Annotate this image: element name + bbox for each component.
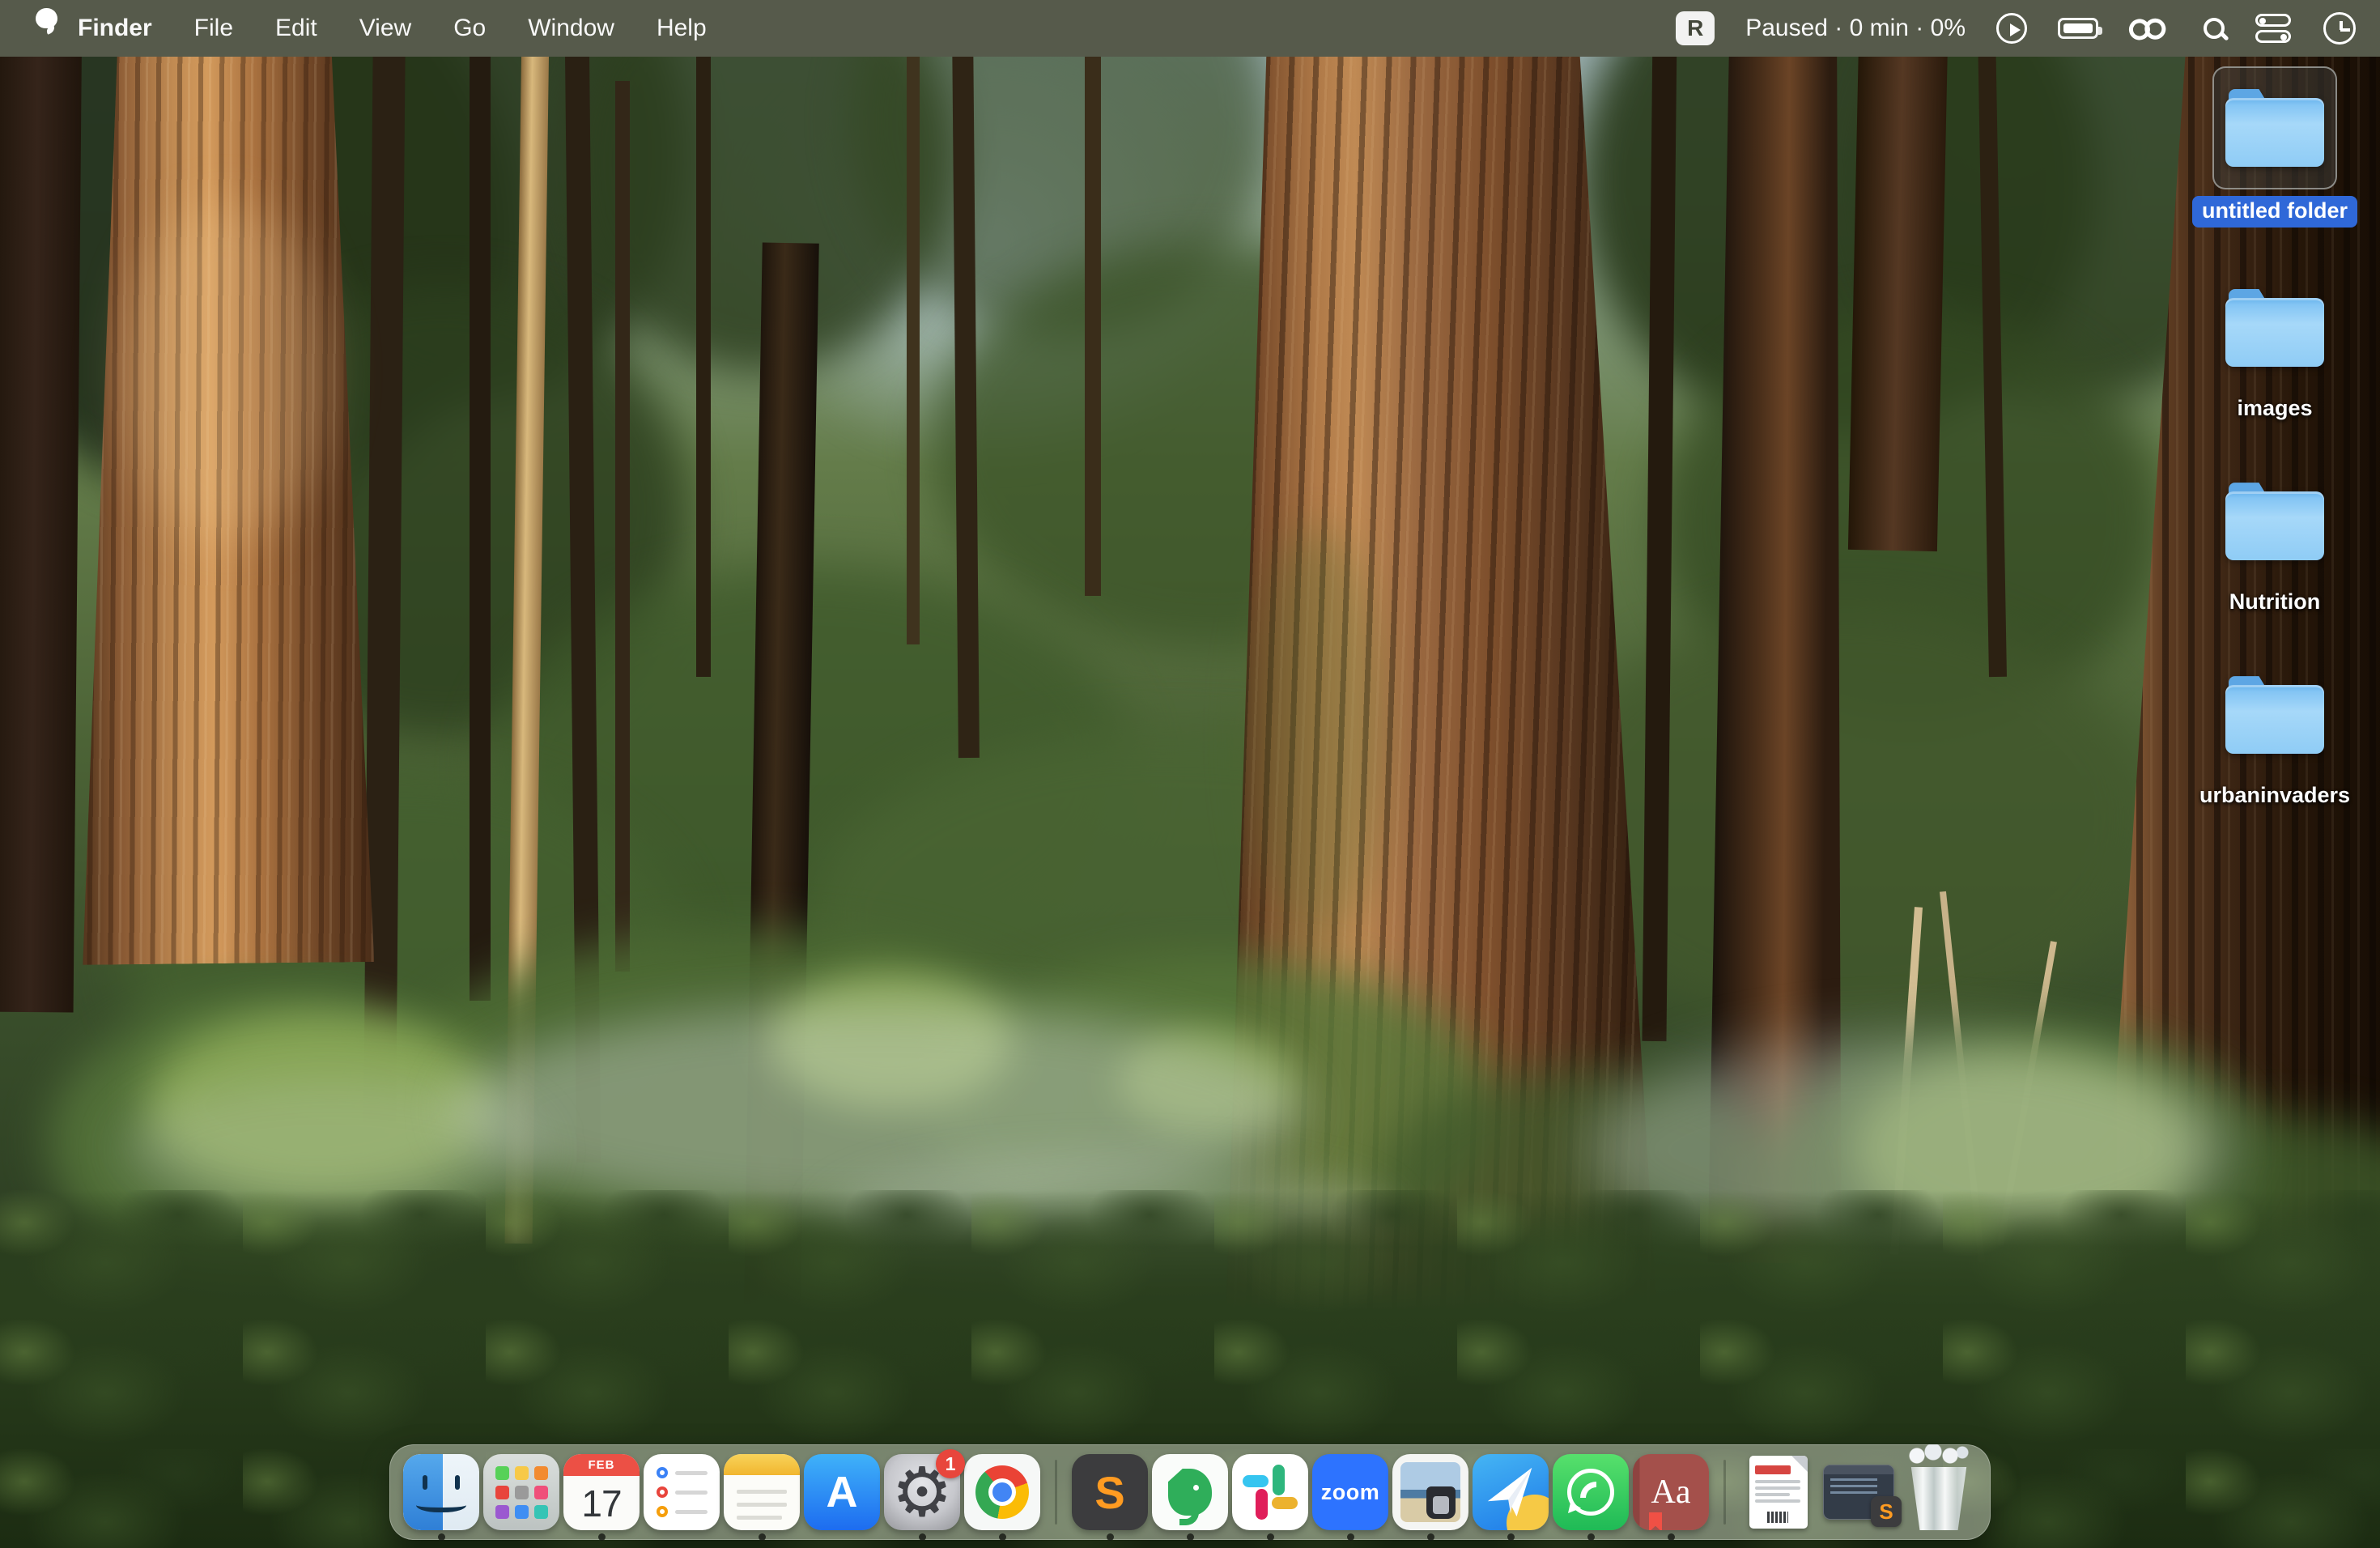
menu-edit[interactable]: Edit — [275, 15, 317, 42]
dock-item-photo-booth[interactable] — [1392, 1454, 1468, 1530]
calendar-month: FEB — [563, 1454, 640, 1476]
pdf-document-icon — [1749, 1456, 1808, 1529]
dock-item-spark-mail[interactable] — [1473, 1454, 1549, 1530]
menu-help[interactable]: Help — [657, 15, 707, 42]
dock: FEB 17 A ⚙ 1 — [389, 1444, 1991, 1540]
dock-item-app-store[interactable]: A — [804, 1454, 880, 1530]
menu-bar: Finder File Edit View Go Window Help R P… — [0, 0, 2380, 57]
sublime-badge-icon: S — [1871, 1496, 1902, 1527]
running-indicator — [919, 1533, 926, 1541]
photo-booth-icon — [1392, 1454, 1468, 1530]
running-indicator — [1668, 1533, 1675, 1541]
dock-item-zoom[interactable]: zoom — [1312, 1454, 1388, 1530]
whatsapp-icon — [1553, 1454, 1629, 1530]
app-store-icon: A — [804, 1454, 880, 1530]
recorder-chip[interactable]: R — [1676, 11, 1715, 45]
link-icon[interactable] — [2127, 11, 2175, 45]
running-indicator — [1587, 1533, 1595, 1541]
tree-trunk — [470, 29, 491, 1001]
menu-finder[interactable]: Finder — [78, 15, 152, 42]
dock-item-whatsapp[interactable] — [1553, 1454, 1629, 1530]
reminders-icon — [644, 1454, 720, 1530]
folder-icon — [2225, 483, 2324, 560]
folder-label: images — [2237, 396, 2312, 421]
tree-trunk — [907, 29, 920, 644]
desktop-folder-images[interactable]: images — [2205, 266, 2344, 421]
menu-file[interactable]: File — [194, 15, 233, 42]
sunlight-glow — [121, 202, 332, 542]
calendar-icon: FEB 17 — [563, 1454, 640, 1530]
dock-item-notes[interactable] — [724, 1454, 800, 1530]
control-center-icon[interactable] — [2255, 13, 2293, 44]
finder-icon — [403, 1454, 479, 1530]
play-icon[interactable] — [1996, 13, 2027, 44]
running-indicator — [1107, 1533, 1114, 1541]
wallpaper — [0, 0, 2380, 1548]
dock-item-finder[interactable] — [403, 1454, 479, 1530]
running-indicator — [1347, 1533, 1354, 1541]
zoom-icon: zoom — [1312, 1454, 1388, 1530]
evernote-icon — [1152, 1454, 1228, 1530]
folder-label: urbaninvaders — [2199, 783, 2350, 808]
recorder-status-text[interactable]: Paused · 0 min · 0% — [1745, 15, 1966, 42]
dock-divider — [1055, 1460, 1057, 1525]
running-indicator — [759, 1533, 766, 1541]
tree-trunk — [1085, 29, 1101, 596]
desktop-icons: untitled folder images Nutrition urbanin… — [2205, 66, 2344, 808]
slack-icon — [1232, 1454, 1308, 1530]
spark-mail-icon — [1473, 1454, 1549, 1530]
menu-view[interactable]: View — [359, 15, 411, 42]
folder-label: untitled folder — [2192, 196, 2357, 228]
menu-go[interactable]: Go — [453, 15, 486, 42]
tree-trunk — [0, 0, 82, 1012]
folder-label: Nutrition — [2229, 589, 2320, 615]
tree-trunk — [1848, 0, 1949, 551]
tree-trunk — [615, 81, 630, 972]
dock-item-trash[interactable] — [1901, 1454, 1977, 1530]
chrome-icon — [964, 1454, 1040, 1530]
dock-item-minimized-window[interactable]: S — [1821, 1454, 1897, 1530]
calendar-day: 17 — [581, 1476, 621, 1530]
launchpad-icon — [483, 1454, 559, 1530]
desktop-folder-urbaninvaders[interactable]: urbaninvaders — [2205, 653, 2344, 808]
dock-item-calendar[interactable]: FEB 17 — [563, 1454, 640, 1530]
selection-highlight — [2212, 66, 2337, 189]
notes-icon — [724, 1454, 800, 1530]
menu-window[interactable]: Window — [528, 15, 614, 42]
trash-icon — [1901, 1454, 1977, 1530]
dock-item-slack[interactable] — [1232, 1454, 1308, 1530]
tree-trunk — [696, 29, 711, 677]
moss-patch — [1247, 526, 1384, 947]
dock-item-reminders[interactable] — [644, 1454, 720, 1530]
notification-badge: 1 — [936, 1449, 965, 1478]
minimized-window-icon: S — [1823, 1465, 1894, 1520]
running-indicator — [1507, 1533, 1515, 1541]
folder-icon — [2225, 676, 2324, 754]
dock-item-system-settings[interactable]: ⚙ 1 — [884, 1454, 960, 1530]
dock-item-pdf-document[interactable] — [1740, 1454, 1817, 1530]
desktop-folder-untitled[interactable]: untitled folder — [2205, 66, 2344, 228]
running-indicator — [1187, 1533, 1194, 1541]
running-indicator — [1267, 1533, 1274, 1541]
sublime-text-icon: S — [1072, 1454, 1148, 1530]
folder-icon — [2225, 289, 2324, 367]
dock-item-sublime-text[interactable]: S — [1072, 1454, 1148, 1530]
folder-icon — [2225, 89, 2324, 167]
battery-icon[interactable] — [2058, 18, 2098, 39]
search-icon[interactable] — [2204, 18, 2225, 39]
dictionary-icon: Aa — [1633, 1454, 1709, 1530]
clock-icon[interactable] — [2323, 12, 2356, 45]
dock-item-evernote[interactable] — [1152, 1454, 1228, 1530]
running-indicator — [1427, 1533, 1434, 1541]
desktop-screen: Finder File Edit View Go Window Help R P… — [0, 0, 2380, 1548]
running-indicator — [999, 1533, 1006, 1541]
dock-divider — [1723, 1460, 1726, 1525]
desktop-folder-nutrition[interactable]: Nutrition — [2205, 460, 2344, 615]
running-indicator — [598, 1533, 606, 1541]
running-indicator — [438, 1533, 445, 1541]
dock-item-dictionary[interactable]: Aa — [1633, 1454, 1709, 1530]
dock-item-chrome[interactable] — [964, 1454, 1040, 1530]
dock-item-launchpad[interactable] — [483, 1454, 559, 1530]
